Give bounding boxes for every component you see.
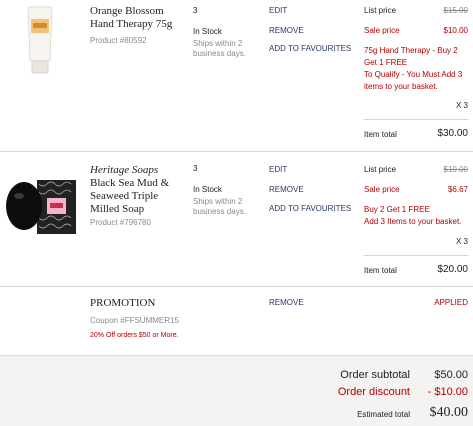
divider [364, 255, 468, 256]
promo-offer: 75g Hand Therapy - Buy 2 Get 1 FREE [364, 46, 458, 67]
promotion-description: 20% Off orders $50 or More. [90, 332, 179, 339]
order-discount-label: Order discount [337, 386, 410, 398]
order-subtotal-label: Order subtotal [340, 369, 410, 381]
sale-price: $10.00 [443, 26, 468, 35]
quantity-multiplier: X 3 [455, 237, 468, 246]
shipping-info: Ships within 2 business days. [193, 39, 246, 58]
item-divider [0, 286, 473, 287]
order-subtotal: $50.00 [434, 369, 468, 381]
stock-status: In Stock [193, 27, 222, 36]
add-to-favourites-link[interactable]: ADD TO FAVOURITES [269, 44, 351, 53]
product-image-hand-therapy[interactable] [22, 5, 58, 75]
quantity-value[interactable]: 3 [193, 6, 197, 15]
edit-link[interactable]: EDIT [269, 6, 287, 15]
promotion-title: PROMOTION [90, 297, 156, 309]
product-name[interactable]: Orange Blossom Hand Therapy 75g [90, 5, 185, 31]
remove-link[interactable]: REMOVE [269, 26, 304, 35]
item-total-label: Item total [364, 130, 397, 139]
item-total: $30.00 [437, 128, 468, 139]
sale-price-label: Sale price [364, 26, 400, 35]
item-divider [0, 151, 473, 152]
promo-offer: Buy 2 Get 1 FREE [364, 205, 430, 214]
promotion-status: APPLIED [434, 298, 468, 307]
stock-status: In Stock [193, 185, 222, 194]
sale-price-label: Sale price [364, 185, 400, 194]
divider [364, 119, 468, 120]
list-price: $15.00 [443, 6, 468, 15]
product-number: Product #796780 [90, 218, 151, 227]
product-number: Product #80592 [90, 36, 147, 45]
quantity-value[interactable]: 3 [193, 164, 197, 173]
coupon-code: Coupon #FFSUMMER15 [90, 316, 179, 325]
remove-promotion-link[interactable]: REMOVE [269, 298, 304, 307]
item-total-label: Item total [364, 266, 397, 275]
remove-link[interactable]: REMOVE [269, 185, 304, 194]
order-summary: Order subtotal $50.00 Order discount - $… [0, 355, 473, 426]
shipping-info: Ships within 2 business days. [193, 197, 246, 216]
sale-price: $6.67 [447, 185, 468, 194]
edit-link[interactable]: EDIT [269, 165, 287, 174]
brand-name[interactable]: Heritage Soaps [90, 164, 185, 177]
item-total: $20.00 [437, 264, 468, 275]
add-to-favourites-link[interactable]: ADD TO FAVOURITES [269, 204, 351, 213]
product-image-black-sea-soap[interactable] [5, 178, 77, 236]
quantity-multiplier: X 3 [455, 101, 468, 110]
promo-qualify: To Qualify - You Must Add 3 items to you… [364, 70, 463, 91]
order-discount: - $10.00 [427, 386, 468, 398]
list-price-label: List price [364, 165, 397, 174]
estimated-total-label: Estimated total [357, 410, 410, 419]
product-name[interactable]: Black Sea Mud & Seaweed Triple Milled So… [90, 177, 185, 216]
list-price-label: List price [364, 6, 397, 15]
estimated-total: $40.00 [429, 405, 469, 420]
promo-qualify: Add 3 Items to your basket. [364, 217, 462, 226]
list-price: $10.00 [443, 165, 468, 174]
